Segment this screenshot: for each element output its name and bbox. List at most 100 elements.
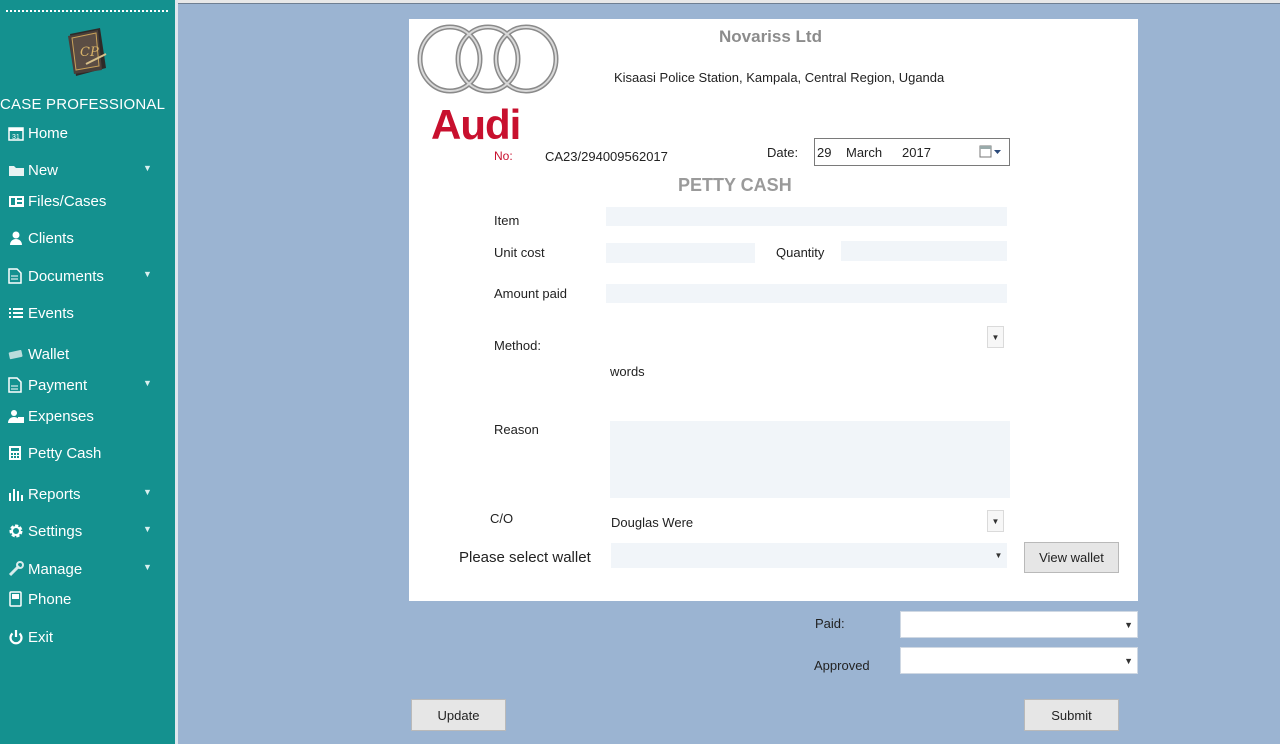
approved-select[interactable]: ▼: [900, 647, 1138, 674]
calendar-icon: 31: [8, 125, 28, 141]
unit-cost-input[interactable]: [606, 243, 755, 263]
sidebar-item-label: Settings: [28, 522, 83, 540]
wallet-select-label: Please select wallet: [459, 549, 591, 566]
sidebar-top-dots: [6, 10, 168, 12]
audi-rings-logo: [417, 24, 559, 94]
sidebar-item-label: Clients: [28, 229, 74, 247]
calculator-icon: [8, 445, 28, 461]
submit-button[interactable]: Submit: [1024, 699, 1119, 731]
date-day: 29: [817, 145, 832, 160]
list-icon: [8, 306, 28, 320]
sidebar-item-expenses[interactable]: Expenses: [8, 405, 94, 427]
sidebar-item-label: Documents: [28, 267, 104, 285]
sidebar-item-files-cases[interactable]: Files/Cases: [8, 190, 106, 212]
chevron-down-icon: ▼: [143, 487, 152, 497]
sidebar-item-home[interactable]: 31 Home: [8, 122, 68, 144]
chevron-down-icon[interactable]: ▼: [987, 326, 1004, 348]
chevron-down-icon: ▼: [143, 378, 152, 388]
date-picker[interactable]: 29 March 2017: [814, 138, 1010, 166]
sidebar-item-label: Payment: [28, 376, 88, 394]
quantity-label: Quantity: [776, 245, 825, 260]
sidebar-item-payment[interactable]: Payment ▼: [8, 374, 152, 396]
chevron-down-icon: ▼: [143, 269, 152, 279]
chevron-down-icon[interactable]: ▼: [987, 510, 1004, 532]
chevron-down-icon: ▼: [1124, 619, 1133, 630]
sidebar-item-label: Events: [28, 304, 74, 322]
bar-chart-icon: [8, 487, 28, 501]
sidebar-item-settings[interactable]: Settings ▼: [8, 520, 152, 542]
co-select[interactable]: Douglas Were ▼: [606, 510, 1007, 534]
approved-label: Approved: [814, 658, 870, 673]
date-year: 2017: [902, 145, 931, 160]
folder-icon: [8, 163, 28, 177]
files-icon: [8, 194, 28, 208]
item-input[interactable]: [606, 207, 1007, 226]
receipt-no-value: CA23/294009562017: [545, 149, 668, 164]
company-name: Novariss Ltd: [719, 27, 822, 46]
quantity-input[interactable]: [841, 241, 1007, 261]
date-label: Date:: [767, 145, 799, 160]
sidebar-item-label: Files/Cases: [28, 192, 107, 210]
reason-label: Reason: [494, 422, 539, 437]
chevron-down-icon: ▼: [1124, 655, 1133, 666]
co-label: C/O: [490, 511, 514, 526]
audi-wordmark: Audi: [431, 101, 521, 148]
co-selected-value: Douglas Were: [611, 515, 694, 530]
sidebar-item-wallet[interactable]: Wallet: [8, 343, 69, 365]
chevron-down-icon: ▼: [143, 524, 152, 534]
svg-text:31: 31: [12, 134, 20, 141]
sidebar-item-manage[interactable]: Manage ▼: [8, 558, 152, 580]
sidebar-item-exit[interactable]: Exit: [8, 626, 53, 648]
form-title: PETTY CASH: [678, 175, 792, 195]
calendar-dropdown-icon[interactable]: [979, 144, 1003, 165]
unit-cost-label: Unit cost: [494, 245, 545, 260]
chevron-down-icon[interactable]: ▼: [990, 544, 1007, 566]
sidebar-item-label: Manage: [28, 560, 83, 578]
sidebar-item-label: Exit: [28, 628, 54, 646]
sidebar-item-label: Expenses: [28, 407, 94, 425]
phone-icon: [8, 591, 28, 607]
wallet-icon: [8, 348, 28, 360]
sidebar-item-petty-cash[interactable]: Petty Cash: [8, 442, 101, 464]
petty-cash-form: Audi Novariss Ltd Kisaasi Police Station…: [409, 19, 1138, 601]
item-label: Item: [494, 213, 520, 228]
method-select[interactable]: ▼: [606, 326, 1007, 350]
svg-text:CP: CP: [80, 45, 99, 60]
sidebar-item-phone[interactable]: Phone: [8, 588, 71, 610]
chevron-down-icon: ▼: [143, 163, 152, 173]
paid-select[interactable]: ▼: [900, 611, 1138, 638]
chevron-down-icon: ▼: [143, 562, 152, 572]
method-label: Method:: [494, 338, 541, 353]
sidebar-item-events[interactable]: Events: [8, 302, 74, 324]
amount-in-words: words: [610, 364, 645, 379]
sidebar-divider: [175, 0, 178, 744]
amount-paid-input[interactable]: [606, 284, 1007, 303]
clients-icon: [8, 230, 28, 246]
update-button[interactable]: Update: [411, 699, 506, 731]
sidebar-item-documents[interactable]: Documents ▼: [8, 265, 152, 287]
view-wallet-button[interactable]: View wallet: [1024, 542, 1119, 573]
sidebar-item-reports[interactable]: Reports ▼: [8, 483, 152, 505]
brand-title: CASE PROFESSIONAL: [0, 96, 166, 113]
wrench-icon: [8, 561, 28, 577]
sidebar-item-label: Home: [28, 124, 69, 142]
sidebar-item-label: Reports: [28, 485, 81, 503]
payment-icon: [8, 377, 28, 393]
sidebar-item-label: Petty Cash: [28, 444, 102, 462]
wallet-select[interactable]: ▼: [611, 543, 1007, 568]
receipt-no-label: No:: [494, 149, 513, 163]
window-top-border: [178, 0, 1280, 4]
sidebar-item-clients[interactable]: Clients: [8, 227, 74, 249]
sidebar: CP CASE PROFESSIONAL 31 Home New ▼ Files…: [0, 0, 178, 744]
expenses-icon: [8, 409, 28, 424]
sidebar-item-label: Wallet: [28, 345, 70, 363]
reason-textarea[interactable]: [610, 421, 1010, 498]
document-icon: [8, 268, 28, 284]
sidebar-item-new[interactable]: New ▼: [8, 159, 152, 181]
paid-label: Paid:: [815, 616, 845, 631]
gear-icon: [8, 523, 28, 539]
date-month: March: [846, 145, 883, 160]
sidebar-item-label: New: [28, 161, 59, 179]
amount-paid-label: Amount paid: [494, 286, 567, 301]
power-icon: [8, 629, 28, 645]
